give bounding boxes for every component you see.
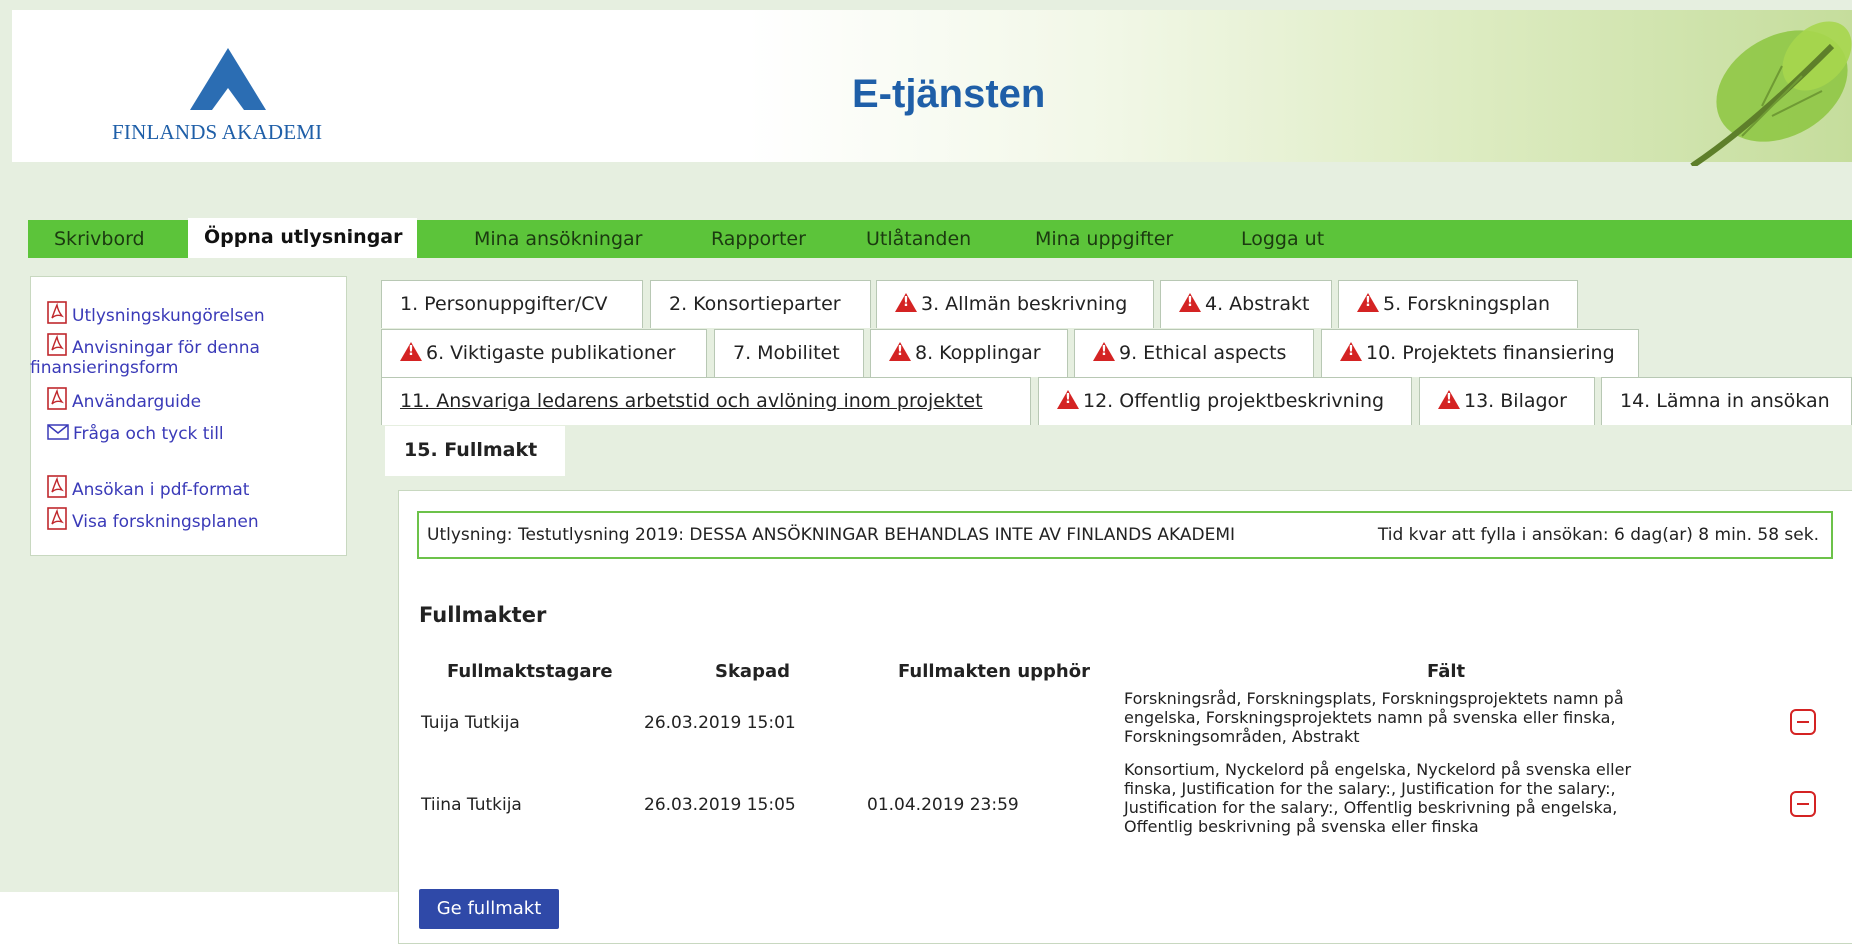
page-background-gap: [0, 892, 400, 944]
app-title: E-tjänsten: [852, 72, 1046, 116]
tab-label: 4. Abstrakt: [1205, 293, 1310, 315]
tab-label: 9. Ethical aspects: [1119, 342, 1287, 364]
tab-label: 8. Kopplingar: [915, 342, 1041, 364]
tab-konsortieparter[interactable]: 2. Konsortieparter: [650, 280, 871, 328]
tab-label: 7. Mobilitet: [733, 342, 840, 364]
pdf-icon: [47, 333, 67, 356]
section-title: Fullmakter: [419, 603, 547, 627]
call-info-bar: Utlysning: Testutlysning 2019: DESSA ANS…: [417, 511, 1833, 559]
nav-oppna-utlysningar[interactable]: Öppna utlysningar: [188, 218, 417, 258]
mail-icon: [47, 424, 69, 440]
row-fields: Konsortium, Nyckelord på engelska, Nycke…: [1124, 760, 1632, 836]
call-name: Utlysning: Testutlysning 2019: DESSA ANS…: [427, 525, 1236, 545]
logo-text: FINLANDS AKADEMI: [112, 120, 323, 144]
column-header-skapad: Skapad: [715, 661, 790, 682]
row-created: 26.03.2019 15:05: [644, 795, 796, 815]
tab-label: 15. Fullmakt: [404, 439, 538, 461]
column-header-fullmakten-upphor: Fullmakten upphör: [898, 661, 1090, 682]
tab-lamna-in-ansokan[interactable]: 14. Lämna in ansökan: [1601, 377, 1852, 425]
tab-bilagor[interactable]: 13. Bilagor: [1419, 377, 1595, 425]
pdf-icon: [47, 301, 67, 324]
tab-label: 1. Personuppgifter/CV: [400, 293, 608, 315]
sidebar-link-ansokan-pdf[interactable]: Ansökan i pdf-format: [47, 475, 249, 502]
warning-icon: [1093, 342, 1115, 361]
tab-kopplingar[interactable]: 8. Kopplingar: [870, 329, 1068, 377]
column-header-fullmaktstagare: Fullmaktstagare: [447, 661, 613, 682]
pdf-icon: [47, 387, 67, 410]
sidebar-link-anvisningar[interactable]: Anvisningar för denna: [47, 333, 260, 360]
tab-label: 10. Projektets finansiering: [1366, 342, 1615, 364]
pdf-icon: [47, 475, 67, 498]
remove-fullmakt-button[interactable]: [1790, 709, 1816, 735]
nav-utlatanden[interactable]: Utlåtanden: [866, 220, 971, 258]
row-expires: 01.04.2019 23:59: [867, 795, 1019, 815]
sidebar-link-fraga-och-tyck-till[interactable]: Fråga och tyck till: [47, 423, 224, 446]
sidebar-link-label: Ansökan i pdf-format: [72, 480, 250, 500]
nav-mina-uppgifter[interactable]: Mina uppgifter: [1035, 220, 1173, 258]
tab-mobilitet[interactable]: 7. Mobilitet: [714, 329, 864, 377]
warning-icon: [400, 342, 422, 361]
warning-icon: [1179, 293, 1201, 312]
tab-label: 3. Allmän beskrivning: [921, 293, 1128, 315]
nav-logga-ut[interactable]: Logga ut: [1241, 220, 1324, 258]
tab-label: 13. Bilagor: [1464, 390, 1567, 412]
tab-forskningsplan[interactable]: 5. Forskningsplan: [1338, 280, 1578, 328]
time-left: Tid kvar att fylla i ansökan: 6 dag(ar) …: [1377, 525, 1819, 545]
tab-label: 11. Ansvariga ledarens arbetstid och avl…: [400, 390, 983, 412]
sidebar-link-label: Fråga och tyck till: [73, 424, 224, 444]
tab-label: 2. Konsortieparter: [669, 293, 841, 315]
tab-viktigaste-publikationer[interactable]: 6. Viktigaste publikationer: [381, 329, 707, 377]
sidebar-link-anvisningar-line2[interactable]: finansieringsform: [30, 357, 178, 380]
page-header: FINLANDS AKADEMI E-tjänsten: [12, 10, 1852, 166]
tab-ethical-aspects[interactable]: 9. Ethical aspects: [1074, 329, 1314, 377]
tab-label: 6. Viktigaste publikationer: [426, 342, 676, 364]
tab-label: 12. Offentlig projektbeskrivning: [1083, 390, 1385, 412]
warning-icon: [1057, 390, 1079, 409]
warning-icon: [895, 293, 917, 312]
pdf-icon: [47, 507, 67, 530]
tab-allman-beskrivning[interactable]: 3. Allmän beskrivning: [876, 280, 1154, 328]
sidebar-link-label: Anvisningar för denna: [72, 338, 260, 358]
warning-icon: [1340, 342, 1362, 361]
column-header-falt: Fält: [1427, 661, 1466, 682]
warning-icon: [889, 342, 911, 361]
nav-skrivbord[interactable]: Skrivbord: [54, 220, 145, 258]
sidebar-link-label: Utlysningskungörelsen: [72, 306, 265, 326]
nav-rapporter[interactable]: Rapporter: [711, 220, 806, 258]
main-nav: Skrivbord Öppna utlysningar Mina ansökni…: [28, 218, 1852, 258]
sidebar-link-anvandarguide[interactable]: Användarguide: [47, 387, 201, 414]
tab-personuppgifter[interactable]: 1. Personuppgifter/CV: [381, 280, 643, 328]
row-created: 26.03.2019 15:01: [644, 713, 796, 733]
tab-offentlig-projektbeskrivning[interactable]: 12. Offentlig projektbeskrivning: [1038, 377, 1412, 425]
remove-fullmakt-button[interactable]: [1790, 791, 1816, 817]
sidebar-link-visa-forskningsplanen[interactable]: Visa forskningsplanen: [47, 507, 259, 534]
sidebar-link-label: Användarguide: [72, 392, 202, 412]
tab-ansvariga-ledarens-arbetstid[interactable]: 11. Ansvariga ledarens arbetstid och avl…: [381, 377, 1031, 425]
nav-mina-ansokningar[interactable]: Mina ansökningar: [474, 220, 643, 258]
row-holder: Tiina Tutkija: [421, 795, 522, 815]
row-holder: Tuija Tutkija: [421, 713, 520, 733]
sidebar-link-label: Visa forskningsplanen: [72, 512, 259, 532]
content-panel: Utlysning: Testutlysning 2019: DESSA ANS…: [398, 490, 1852, 944]
logo-icon-notch: [212, 88, 244, 110]
sidebar-link-utlysningskungorelsen[interactable]: Utlysningskungörelsen: [47, 301, 265, 328]
tab-abstrakt[interactable]: 4. Abstrakt: [1160, 280, 1332, 328]
tab-label: 5. Forskningsplan: [1383, 293, 1551, 315]
tab-fullmakt[interactable]: 15. Fullmakt: [385, 426, 565, 476]
give-fullmakt-button[interactable]: Ge fullmakt: [419, 889, 559, 929]
warning-icon: [1357, 293, 1379, 312]
tab-label: 14. Lämna in ansökan: [1620, 390, 1830, 412]
sidebar: Utlysningskungörelsen Anvisningar för de…: [30, 276, 347, 556]
row-fields: Forskningsråd, Forskningsplats, Forsknin…: [1124, 689, 1624, 746]
warning-icon: [1438, 390, 1460, 409]
leaf-decoration: [1690, 21, 1852, 166]
tab-projektets-finansiering[interactable]: 10. Projektets finansiering: [1321, 329, 1639, 377]
